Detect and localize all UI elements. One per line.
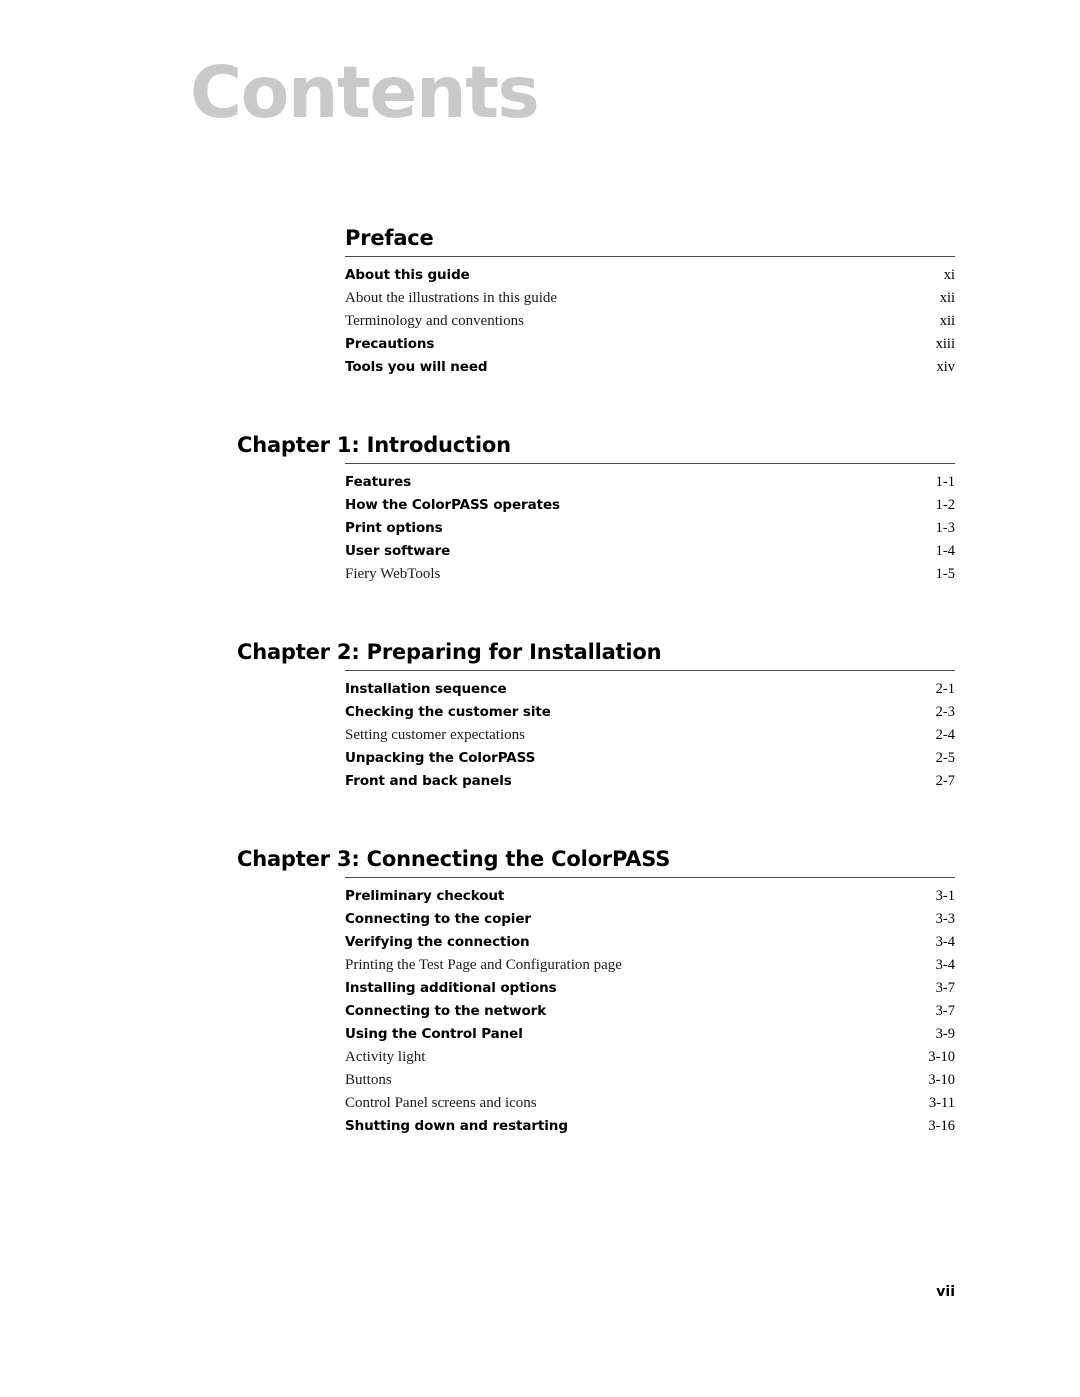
toc-entry[interactable]: Installation sequence 2-1 [345, 678, 955, 701]
toc-entry-list: About this guide xi About the illustration… [345, 264, 955, 379]
toc-entry-label: About this guide [345, 267, 470, 283]
toc-entry[interactable]: Activity light 3-10 [345, 1046, 955, 1069]
section-divider [345, 877, 955, 878]
toc-entry-page-number: 2-5 [935, 750, 955, 766]
section-divider [345, 256, 955, 257]
toc-entry-label: Front and back panels [345, 773, 512, 789]
toc-entry[interactable]: Features 1-1 [345, 471, 955, 494]
toc-entry[interactable]: Front and back panels 2-7 [345, 770, 955, 793]
toc-entry[interactable]: About this guide xi [345, 264, 955, 287]
toc-entry-label: Activity light [345, 1049, 426, 1065]
toc-section: Chapter 3: Connecting the ColorPASS Preli… [0, 846, 1080, 1138]
toc-entry[interactable]: Checking the customer site 2-3 [345, 701, 955, 724]
toc-entry-label: Precautions [345, 336, 435, 352]
toc-entry-label: User software [345, 543, 451, 559]
toc-entry-page-number: xiii [935, 336, 955, 352]
toc-entry-page-number: 3-9 [935, 1026, 955, 1042]
toc-entry-label: Fiery WebTools [345, 566, 441, 582]
toc-entry-page-number: xii [939, 290, 955, 306]
toc-entry[interactable]: Connecting to the network 3-7 [345, 1000, 955, 1023]
toc-entry-label: Print options [345, 520, 443, 536]
toc-section: Preface About this guide xi About the illus… [0, 225, 1080, 379]
toc-entry[interactable]: User software 1-4 [345, 540, 955, 563]
toc-entry[interactable]: Unpacking the ColorPASS 2-5 [345, 747, 955, 770]
toc-section: Chapter 1: Introduction Features 1-1 How th… [0, 432, 1080, 586]
toc-entry[interactable]: How the ColorPASS operates 1-2 [345, 494, 955, 517]
section-heading: Chapter 1: Introduction [237, 433, 511, 457]
toc-entry-page-number: 1-2 [935, 497, 955, 513]
toc-entry[interactable]: Precautions xiii [345, 333, 955, 356]
toc-entry-page-number: 3-3 [935, 911, 955, 927]
toc-entry-label: Installing additional options [345, 980, 557, 996]
toc-entry-label: Unpacking the ColorPASS [345, 750, 536, 766]
section-heading: Chapter 2: Preparing for Installation [237, 640, 662, 664]
toc-entry-page-number: 1-3 [935, 520, 955, 536]
toc-entry-page-number: xi [943, 267, 955, 283]
toc-entry-label: Features [345, 474, 412, 490]
toc-entry[interactable]: Shutting down and restarting 3-16 [345, 1115, 955, 1138]
toc-entry[interactable]: Control Panel screens and icons 3-11 [345, 1092, 955, 1115]
toc-entry-page-number: xiv [936, 359, 955, 375]
toc-entry-list: Features 1-1 How the ColorPASS operates 1-2… [345, 471, 955, 586]
toc-entry-page-number: 3-16 [928, 1118, 955, 1134]
toc-entry-label: Setting customer expectations [345, 727, 525, 743]
toc-entry-page-number: 2-4 [935, 727, 955, 743]
toc-entry[interactable]: Verifying the connection 3-4 [345, 931, 955, 954]
toc-entry[interactable]: Tools you will need xiv [345, 356, 955, 379]
toc-entry-label: About the illustrations in this guide [345, 290, 558, 306]
toc-entry-label: Printing the Test Page and Configuration… [345, 957, 622, 973]
toc-entry-list: Preliminary checkout 3-1 Connecting to the… [345, 885, 955, 1138]
toc-entry-page-number: 3-4 [935, 934, 955, 950]
toc-entry-label: Buttons [345, 1072, 392, 1088]
toc-entry[interactable]: Print options 1-3 [345, 517, 955, 540]
toc-entry[interactable]: Connecting to the copier 3-3 [345, 908, 955, 931]
toc-entry-label: Connecting to the network [345, 1003, 547, 1019]
toc-entry-page-number: xii [939, 313, 955, 329]
toc-entry[interactable]: Fiery WebTools 1-5 [345, 563, 955, 586]
toc-entry-label: Using the Control Panel [345, 1026, 523, 1042]
toc-entry-page-number: 3-1 [935, 888, 955, 904]
toc-entry-page-number: 3-10 [928, 1072, 955, 1088]
toc-entry-page-number: 2-3 [935, 704, 955, 720]
toc-entry-label: Control Panel screens and icons [345, 1095, 537, 1111]
toc-entry-label: Preliminary checkout [345, 888, 505, 904]
toc-entry[interactable]: Terminology and conventions xii [345, 310, 955, 333]
toc-entry-page-number: 2-1 [935, 681, 955, 697]
toc-entry-page-number: 3-4 [935, 957, 955, 973]
toc-entry-page-number: 3-11 [928, 1095, 955, 1111]
toc-entry[interactable]: Installing additional options 3-7 [345, 977, 955, 1000]
table-of-contents: Preface About this guide xi About the illus… [0, 225, 1080, 1138]
section-divider [345, 670, 955, 671]
contents-page: Contents Preface About this guide xi About … [0, 0, 1080, 1397]
section-divider [345, 463, 955, 464]
toc-entry-page-number: 1-1 [935, 474, 955, 490]
toc-entry-label: Checking the customer site [345, 704, 551, 720]
toc-entry-label: Verifying the connection [345, 934, 530, 950]
toc-entry-label: Terminology and conventions [345, 313, 524, 329]
toc-entry-page-number: 1-5 [935, 566, 955, 582]
toc-entry-page-number: 3-7 [935, 1003, 955, 1019]
toc-entry-page-number: 2-7 [935, 773, 955, 789]
toc-section: Chapter 2: Preparing for Installation Ins… [0, 639, 1080, 793]
toc-entry-label: How the ColorPASS operates [345, 497, 560, 513]
toc-entry[interactable]: About the illustrations in this guide xii [345, 287, 955, 310]
section-heading: Chapter 3: Connecting the ColorPASS [237, 847, 671, 871]
toc-entry-list: Installation sequence 2-1 Checking the cus… [345, 678, 955, 793]
toc-entry-page-number: 3-10 [928, 1049, 955, 1065]
toc-entry[interactable]: Buttons 3-10 [345, 1069, 955, 1092]
toc-entry-label: Shutting down and restarting [345, 1118, 568, 1134]
toc-entry[interactable]: Setting customer expectations 2-4 [345, 724, 955, 747]
section-heading: Preface [345, 226, 434, 250]
page-title: Contents [190, 51, 540, 134]
toc-entry-label: Installation sequence [345, 681, 507, 697]
toc-entry-label: Connecting to the copier [345, 911, 531, 927]
toc-entry-page-number: 1-4 [935, 543, 955, 559]
toc-entry-label: Tools you will need [345, 359, 488, 375]
toc-entry[interactable]: Using the Control Panel 3-9 [345, 1023, 955, 1046]
toc-entry-page-number: 3-7 [935, 980, 955, 996]
page-folio: vii [936, 1284, 955, 1300]
toc-entry[interactable]: Printing the Test Page and Configuration… [345, 954, 955, 977]
toc-entry[interactable]: Preliminary checkout 3-1 [345, 885, 955, 908]
